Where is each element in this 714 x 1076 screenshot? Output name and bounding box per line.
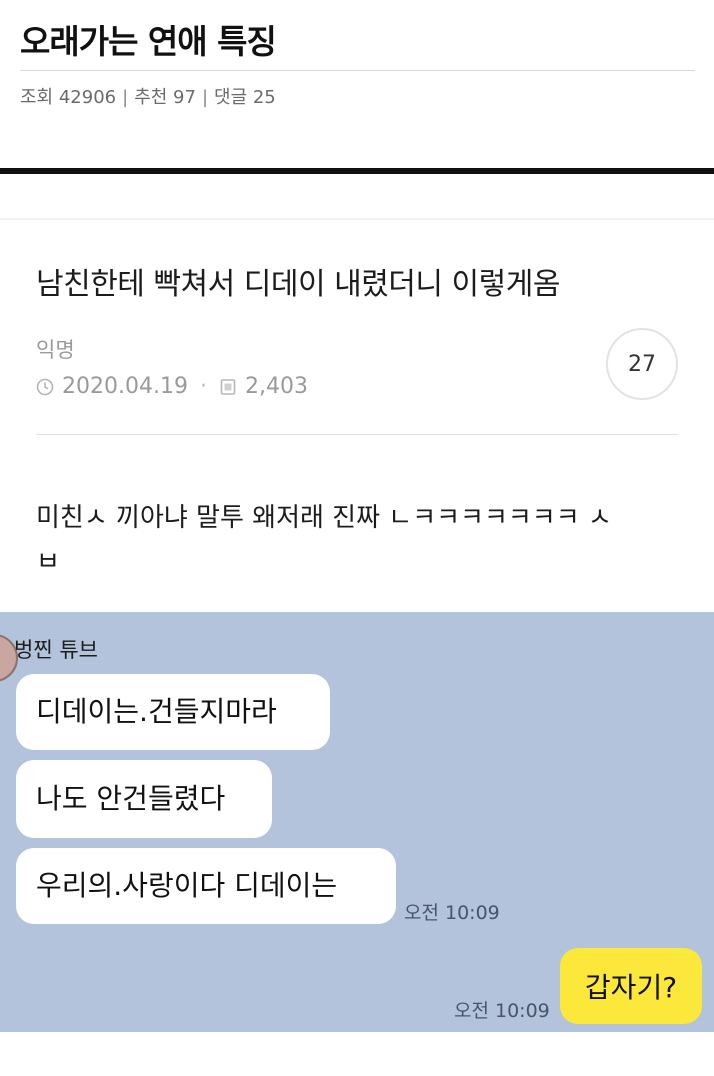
content-divider — [0, 168, 714, 174]
meta-separator: | — [122, 87, 129, 108]
post-meta-row: 2020.04.19 · 2,403 — [36, 372, 308, 402]
received-message: 나도 안건들렸다 — [16, 760, 272, 838]
page-title: 오래가는 연애 특징 — [20, 22, 277, 61]
sent-message: 갑자기? — [560, 948, 702, 1024]
post-date: 2020.04.19 — [62, 374, 188, 399]
comment-count-link[interactable]: 댓글 25 — [214, 87, 276, 108]
chat-sender-name: 벙찐 튜브 — [14, 638, 98, 662]
message-timestamp: 오전 10:09 — [404, 902, 500, 924]
post-title: 남친한테 빡쳐서 디데이 내렸더니 이렇게옴 — [36, 267, 560, 302]
message-timestamp: 오전 10:09 — [454, 1000, 550, 1022]
comment-count-badge[interactable]: 27 — [606, 328, 678, 400]
received-message: 우리의.사랑이다 디데이는 — [16, 848, 396, 924]
clock-icon — [36, 378, 54, 396]
post-body-line: 미친ㅅ 끼아냐 말투 왜저래 진짜 ㄴㅋㅋㅋㅋㅋㅋㅋ ㅅ — [36, 503, 612, 533]
post-author: 익명 — [36, 338, 75, 362]
post-view-count: 2,403 — [244, 374, 308, 399]
meta-separator: | — [201, 87, 209, 108]
post-body-line: ㅂ — [36, 547, 60, 577]
screenshot-top-divider — [0, 218, 714, 220]
chat-screenshot: 벙찐 튜브 디데이는.건들지마라 나도 안건들렸다 우리의.사랑이다 디데이는 … — [0, 612, 714, 1032]
article-meta: 조회 42906 | 추천 97 | 댓글 25 — [20, 86, 276, 110]
embedded-screenshot: 남친한테 빡쳐서 디데이 내렸더니 이렇게옴 익명 2020.04.19 · 2… — [0, 214, 714, 1076]
meta-dot: · — [199, 374, 207, 399]
view-count: 조회 42906 — [20, 87, 117, 108]
post-divider — [36, 434, 678, 435]
document-icon — [220, 379, 236, 395]
recommend-count[interactable]: 추천 97 — [134, 87, 196, 108]
received-message: 디데이는.건들지마라 — [16, 674, 330, 750]
title-divider — [20, 70, 695, 71]
